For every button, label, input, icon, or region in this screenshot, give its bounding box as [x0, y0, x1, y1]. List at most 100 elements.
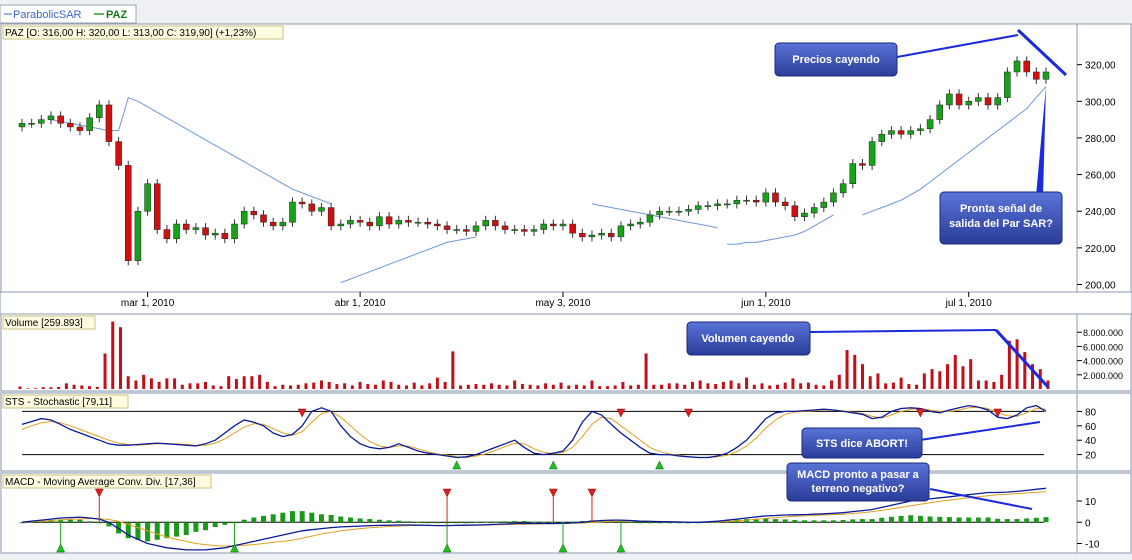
volume-bar — [150, 378, 153, 389]
candle-body — [792, 206, 798, 217]
macd-histogram-bar — [164, 522, 169, 538]
volume-bar — [590, 380, 593, 389]
volume-bar — [907, 384, 910, 389]
candle-body — [811, 208, 817, 213]
candle-body — [782, 202, 788, 206]
volume-bar — [645, 354, 648, 390]
macd-histogram-bar — [889, 517, 894, 522]
candle-body — [734, 200, 740, 204]
volume-bar — [467, 385, 470, 389]
volume-bar — [799, 383, 802, 389]
volume-axis-tick-label: 2.000.000 — [1083, 371, 1123, 381]
macd-histogram-bar — [251, 517, 256, 522]
volume-bar — [730, 380, 733, 389]
volume-bar — [838, 375, 841, 389]
volume-bar — [405, 385, 408, 389]
volume-bar — [490, 383, 493, 389]
candle-body — [318, 208, 324, 212]
volume-bar — [482, 385, 485, 389]
candle-body — [917, 129, 923, 131]
candle-body — [570, 224, 576, 233]
stochastic-axis-tick-label: 60 — [1085, 422, 1097, 433]
macd-histogram-bar — [358, 518, 363, 522]
macd-histogram-bar — [918, 516, 923, 522]
macd-histogram-bar — [541, 522, 546, 523]
volume-bar — [683, 385, 686, 389]
volume-bar — [675, 383, 678, 389]
volume-bar — [575, 385, 578, 389]
candle-body — [744, 200, 750, 201]
macd-histogram-bar — [280, 513, 285, 523]
candle-body — [145, 184, 151, 211]
volume-bar — [791, 378, 794, 389]
volume-bar — [505, 385, 508, 389]
macd-histogram-bar — [995, 519, 1000, 523]
volume-bar — [954, 355, 957, 389]
candle-body — [434, 224, 440, 226]
candle-body — [686, 209, 692, 211]
macd-histogram-bar — [290, 511, 295, 522]
volume-bar — [328, 382, 331, 389]
candle-body — [29, 123, 35, 124]
volume-bar — [784, 383, 787, 389]
volume-bar — [822, 385, 825, 389]
volume-bar — [768, 385, 771, 389]
volume-bar — [513, 380, 516, 389]
macd-histogram-bar — [416, 522, 421, 523]
macd-histogram-bar — [425, 522, 430, 523]
candle-body — [628, 224, 634, 226]
volume-bar — [544, 383, 547, 389]
volume-bar — [312, 383, 315, 389]
price-axis-tick-label: 200,00 — [1085, 281, 1116, 292]
macd-histogram-bar — [367, 519, 372, 522]
volume-bar — [606, 386, 609, 389]
macd-histogram-bar — [783, 519, 788, 522]
macd-histogram-bar — [850, 519, 855, 522]
volume-bar — [699, 380, 702, 389]
volume-bar — [351, 385, 354, 389]
candle-body — [87, 118, 93, 131]
volume-bar — [985, 380, 988, 389]
candle-body — [222, 233, 228, 238]
price-axis-tick-label: 300,00 — [1085, 97, 1116, 108]
candle-body — [106, 105, 112, 142]
candle-body — [425, 222, 431, 224]
macd-histogram-bar — [261, 516, 266, 522]
macd-histogram-bar — [213, 522, 218, 527]
macd-histogram-bar — [319, 514, 324, 522]
volume-bar — [382, 380, 385, 389]
macd-histogram-bar — [309, 513, 314, 523]
macd-histogram-bar — [802, 520, 807, 522]
candle-body — [367, 222, 373, 226]
candle-body — [483, 220, 489, 225]
volume-bar — [521, 384, 524, 389]
candle-body — [48, 116, 54, 120]
candle-body — [579, 233, 585, 237]
chart-svg: ParabolicSAR PAZ 200,00220,00240,00260,0… — [0, 0, 1132, 555]
macd-histogram-bar — [97, 522, 102, 523]
candle-body — [289, 202, 295, 222]
candle-body — [618, 226, 624, 237]
macd-histogram-bar — [87, 521, 92, 522]
candle-body — [357, 220, 363, 222]
volume-bar — [281, 385, 284, 389]
macd-histogram-bar — [986, 517, 991, 522]
candle-body — [309, 204, 315, 211]
legend-paz-label: PAZ — [106, 9, 127, 21]
candle-body — [405, 220, 411, 222]
candle-body — [1024, 61, 1030, 72]
macd-histogram-bar — [976, 517, 981, 522]
volume-bar — [96, 387, 99, 389]
candle-body — [637, 222, 643, 224]
stochastic-axis-tick-label: 40 — [1085, 436, 1097, 447]
candle-body — [174, 224, 180, 239]
candle-body — [840, 184, 846, 193]
volume-panel — [1, 314, 1077, 391]
candle-body — [338, 224, 344, 226]
macd-axis-tick-label: 0 — [1085, 518, 1091, 529]
volume-axis-tick-label: 8.000.000 — [1083, 328, 1123, 338]
volume-bar — [127, 376, 130, 389]
candle-body — [985, 98, 991, 105]
volume-bar — [111, 322, 114, 389]
candle-body — [396, 220, 402, 224]
